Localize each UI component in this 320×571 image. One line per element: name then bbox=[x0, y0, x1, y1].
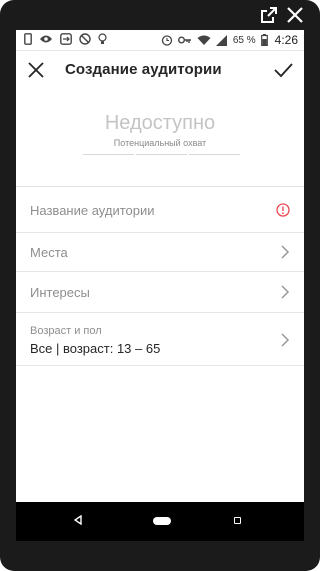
places-label: Места bbox=[30, 245, 68, 260]
reach-divider bbox=[83, 154, 240, 155]
eye-icon bbox=[40, 35, 52, 43]
battery-icon bbox=[260, 34, 268, 46]
lightbulb-icon bbox=[98, 33, 107, 44]
navigation-bar bbox=[16, 502, 304, 541]
page-title: Создание аудитории bbox=[65, 61, 222, 78]
blocked-icon bbox=[79, 33, 91, 45]
reach-label: Потенциальный охват bbox=[113, 138, 207, 148]
back-nav-icon[interactable] bbox=[74, 515, 82, 525]
interests-row[interactable]: Интересы bbox=[16, 272, 304, 313]
phone-screen: 65 % 4:26 Создание аудитории Недоступно … bbox=[16, 30, 304, 541]
status-bar: 65 % 4:26 bbox=[16, 30, 304, 51]
signal-icon bbox=[215, 34, 227, 46]
clock: 4:26 bbox=[274, 33, 298, 47]
confirm-check-icon[interactable] bbox=[272, 59, 294, 81]
app-bar: Создание аудитории bbox=[16, 51, 304, 89]
home-nav-icon[interactable] bbox=[153, 517, 171, 525]
cast-icon bbox=[60, 33, 72, 45]
close-icon[interactable] bbox=[286, 6, 304, 24]
audience-name-placeholder: Название аудитории bbox=[30, 203, 155, 218]
alarm-icon bbox=[161, 35, 172, 46]
recent-apps-icon[interactable] bbox=[234, 517, 241, 524]
phone-icon bbox=[24, 33, 32, 45]
error-alert-icon bbox=[276, 203, 290, 217]
potential-reach: Недоступно Потенциальный охват bbox=[16, 90, 304, 187]
age-gender-label: Возраст и пол bbox=[30, 325, 102, 337]
places-row[interactable]: Места bbox=[16, 233, 304, 272]
chevron-right-icon bbox=[281, 333, 290, 347]
screenshot-toolbar bbox=[260, 6, 304, 28]
key-icon bbox=[177, 36, 191, 44]
age-gender-value: Все | возраст: 13 – 65 bbox=[30, 341, 161, 356]
wifi-icon bbox=[197, 35, 211, 45]
age-gender-row[interactable]: Возраст и пол Все | возраст: 13 – 65 bbox=[16, 313, 304, 366]
battery-percent: 65 % bbox=[232, 34, 256, 46]
audience-name-field[interactable]: Название аудитории bbox=[16, 187, 304, 233]
close-icon[interactable] bbox=[26, 60, 46, 80]
interests-label: Интересы bbox=[30, 285, 90, 300]
open-external-icon[interactable] bbox=[260, 6, 278, 24]
reach-value: Недоступно bbox=[104, 112, 216, 134]
chevron-right-icon bbox=[281, 285, 290, 299]
chevron-right-icon bbox=[281, 245, 290, 259]
